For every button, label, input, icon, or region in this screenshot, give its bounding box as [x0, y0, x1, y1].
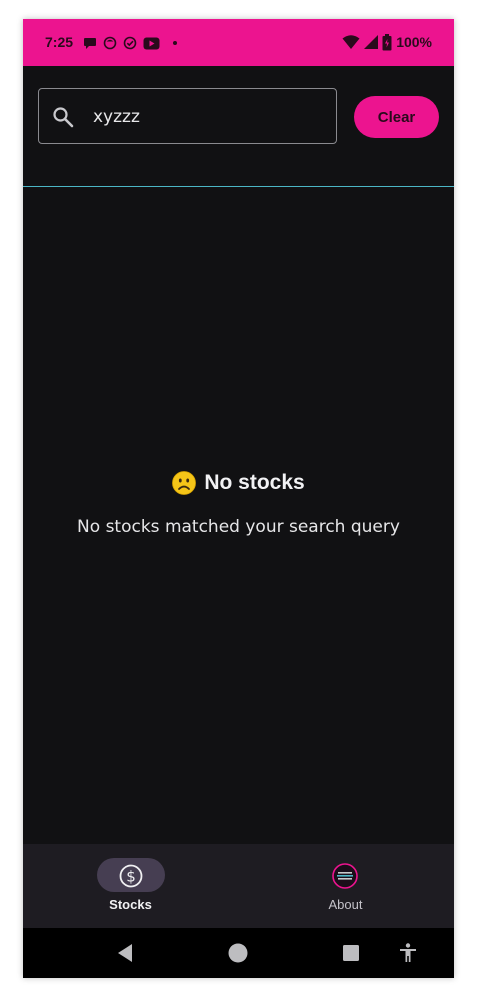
empty-state-title: No stocks — [23, 467, 454, 499]
notification-icons — [83, 35, 188, 51]
dot-icon — [173, 41, 177, 45]
battery-percent: 100% — [396, 34, 432, 50]
empty-state-message: No stocks matched your search query — [77, 517, 400, 537]
about-logo-icon — [332, 863, 358, 889]
check-circle-icon — [123, 36, 137, 50]
search-icon — [51, 105, 75, 129]
svg-text:$: $ — [126, 868, 136, 886]
empty-state: No stocks No stocks matched your search … — [23, 467, 454, 537]
home-icon[interactable] — [227, 942, 249, 964]
youtube-icon — [143, 37, 160, 49]
system-navigation-bar — [23, 928, 454, 978]
nav-item-about[interactable]: About — [238, 844, 453, 928]
search-field[interactable] — [38, 88, 337, 144]
recents-icon[interactable] — [340, 942, 362, 964]
sad-face-icon — [172, 471, 197, 495]
clear-button[interactable]: Clear — [354, 96, 439, 138]
chat-bubble-icon — [84, 38, 96, 49]
empty-state-title-text: No stocks — [204, 471, 305, 494]
search-input[interactable] — [93, 103, 323, 131]
dollar-circle-icon: $ — [118, 863, 144, 889]
system-status-icons: 100% — [339, 33, 432, 51]
status-bar: 7:25 100% — [23, 19, 454, 66]
battery-icon — [382, 33, 392, 50]
nav-label-stocks: Stocks — [109, 897, 152, 912]
cell-signal-icon — [364, 35, 379, 49]
nav-label-about: About — [328, 897, 363, 912]
phone-screen: 7:25 100% xyzzz Clear No stocks No stock… — [23, 19, 454, 978]
status-time: 7:25 — [45, 34, 74, 50]
face-icon — [103, 36, 117, 50]
accessibility-icon[interactable] — [397, 942, 419, 964]
back-icon[interactable] — [115, 942, 137, 964]
bottom-navigation: $ Stocks About — [23, 844, 454, 928]
wifi-icon — [342, 35, 360, 49]
nav-item-stocks[interactable]: $ Stocks — [23, 844, 238, 928]
search-header: Clear — [23, 66, 454, 187]
